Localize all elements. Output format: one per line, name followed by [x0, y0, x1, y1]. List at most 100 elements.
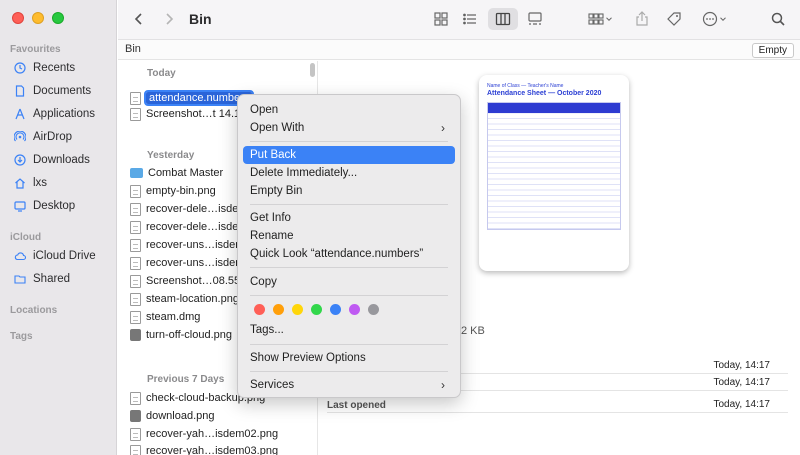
list-icon — [463, 13, 476, 25]
sidebar-item-desktop[interactable]: Desktop — [14, 197, 75, 215]
tag-blue[interactable] — [330, 304, 341, 315]
disk-image-icon — [130, 310, 141, 324]
sidebar-item-icloud-drive[interactable]: iCloud Drive — [14, 247, 96, 265]
tag-button[interactable] — [664, 8, 684, 30]
sheet-title-text: Attendance Sheet — October 2020 — [487, 90, 602, 97]
menu-item-open-with[interactable]: Open With › — [243, 119, 455, 137]
zoom-window-button[interactable] — [52, 12, 64, 24]
sidebar-item-documents[interactable]: Documents — [14, 82, 91, 100]
ellipsis-circle-icon — [702, 11, 718, 27]
file-name: Combat Master — [148, 167, 224, 179]
file-item[interactable]: empty-bin.png — [130, 183, 216, 199]
menu-item-label: Services — [250, 379, 295, 391]
file-name: recover-uns…isdem — [146, 257, 245, 269]
action-menu-button[interactable] — [700, 8, 730, 30]
list-view-button[interactable] — [459, 8, 481, 30]
file-item[interactable]: steam-location.png — [130, 291, 239, 307]
sidebar-item-label: lxs — [33, 177, 48, 189]
sidebar: Favourites Recents Documents Application… — [0, 0, 117, 455]
chevron-down-icon — [606, 17, 612, 21]
close-window-button[interactable] — [12, 12, 24, 24]
file-item[interactable]: Combat Master — [130, 165, 223, 181]
group-header-today: Today — [147, 68, 176, 79]
menu-separator — [250, 267, 448, 268]
menu-item-get-info[interactable]: Get Info — [243, 209, 455, 227]
group-grid-icon — [588, 13, 604, 25]
file-item[interactable]: steam.dmg — [130, 309, 200, 325]
menu-item-delete-immediately[interactable]: Delete Immediately... — [243, 164, 455, 182]
menu-separator — [250, 204, 448, 205]
applications-icon — [15, 108, 25, 120]
image-file-icon — [130, 444, 141, 455]
spreadsheet-grid — [487, 102, 621, 230]
gallery-view-button[interactable] — [523, 8, 547, 30]
info-date: Today, 14:17 — [713, 377, 770, 388]
scrollbar-thumb[interactable] — [310, 63, 315, 77]
sidebar-item-label: Downloads — [33, 154, 90, 166]
sidebar-item-label: Applications — [33, 108, 96, 120]
file-size: 2 KB — [461, 325, 485, 337]
file-name: Screenshot…08.55 — [146, 275, 241, 287]
tag-gray[interactable] — [368, 304, 379, 315]
empty-bin-button[interactable]: Empty — [751, 43, 794, 58]
forward-button[interactable] — [160, 8, 178, 30]
tag-yellow[interactable] — [292, 304, 303, 315]
menu-separator — [250, 344, 448, 345]
file-item[interactable]: recover-dele…isdem — [130, 219, 247, 235]
chevron-left-icon — [134, 13, 142, 25]
file-item-selected[interactable]: attendance.numbers — [130, 90, 255, 106]
menu-item-rename[interactable]: Rename — [243, 227, 455, 245]
file-name: recover-uns…isdem — [146, 239, 245, 251]
airdrop-icon — [14, 131, 26, 142]
info-date: Today, 14:17 — [713, 360, 770, 371]
file-item[interactable]: turn-off-cloud.png — [130, 327, 232, 343]
group-header-yesterday: Yesterday — [147, 150, 195, 161]
back-button[interactable] — [130, 8, 148, 30]
group-by-button[interactable] — [584, 8, 618, 30]
search-icon — [771, 12, 785, 26]
tag-orange[interactable] — [273, 304, 284, 315]
menu-item-quick-look[interactable]: Quick Look “attendance.numbers” — [243, 245, 455, 263]
context-menu: Open Open With › Put Back Delete Immedia… — [237, 94, 461, 398]
file-item[interactable]: Screenshot…t 14.1 — [130, 106, 240, 122]
file-name: download.png — [146, 410, 215, 422]
menu-item-put-back[interactable]: Put Back — [243, 146, 455, 164]
file-item[interactable]: download.png — [130, 408, 215, 424]
toolbar — [118, 0, 800, 40]
menu-item-copy[interactable]: Copy — [243, 273, 455, 291]
menu-item-open[interactable]: Open — [243, 101, 455, 119]
file-item[interactable]: recover-dele…isdem — [130, 201, 247, 217]
tag-red[interactable] — [254, 304, 265, 315]
sidebar-item-shared[interactable]: Shared — [14, 270, 70, 288]
minimize-window-button[interactable] — [32, 12, 44, 24]
column-view-button[interactable] — [488, 8, 518, 30]
share-button[interactable] — [632, 8, 652, 30]
file-item[interactable]: Screenshot…08.55 — [130, 273, 240, 289]
menu-item-show-preview-options[interactable]: Show Preview Options — [243, 349, 455, 367]
menu-item-empty-bin[interactable]: Empty Bin — [243, 182, 455, 200]
file-preview-thumbnail[interactable]: Name of Class — Teacher's Name Attendanc… — [479, 75, 629, 271]
tag-green[interactable] — [311, 304, 322, 315]
group-header-previous-7-days: Previous 7 Days — [147, 374, 225, 385]
gallery-icon — [528, 12, 542, 25]
info-row: Today, 14:17 — [327, 399, 788, 413]
sidebar-item-recents[interactable]: Recents — [14, 59, 75, 77]
menu-item-services[interactable]: Services › — [243, 376, 455, 394]
sidebar-item-downloads[interactable]: Downloads — [14, 151, 90, 169]
menu-item-tags[interactable]: Tags... — [243, 321, 455, 339]
file-name: recover-yah…isdem02.png — [146, 428, 279, 440]
sidebar-item-lxs[interactable]: lxs — [14, 174, 47, 192]
icon-view-button[interactable] — [430, 8, 452, 30]
sidebar-item-airdrop[interactable]: AirDrop — [14, 128, 72, 146]
sidebar-section-favourites: Favourites — [10, 44, 61, 55]
tag-purple[interactable] — [349, 304, 360, 315]
sidebar-item-applications[interactable]: Applications — [14, 105, 95, 123]
file-item[interactable]: recover-yah…isdem02.png — [130, 426, 278, 442]
bin-info-bar: Bin Empty — [118, 40, 800, 60]
search-button[interactable] — [768, 8, 788, 30]
file-item[interactable]: recover-yah…isdem03.png — [130, 443, 278, 455]
file-item[interactable]: recover-uns…isdem — [130, 237, 244, 253]
folder-icon — [130, 168, 143, 178]
image-file-icon — [130, 329, 141, 341]
file-item[interactable]: recover-uns…isdem — [130, 255, 244, 271]
